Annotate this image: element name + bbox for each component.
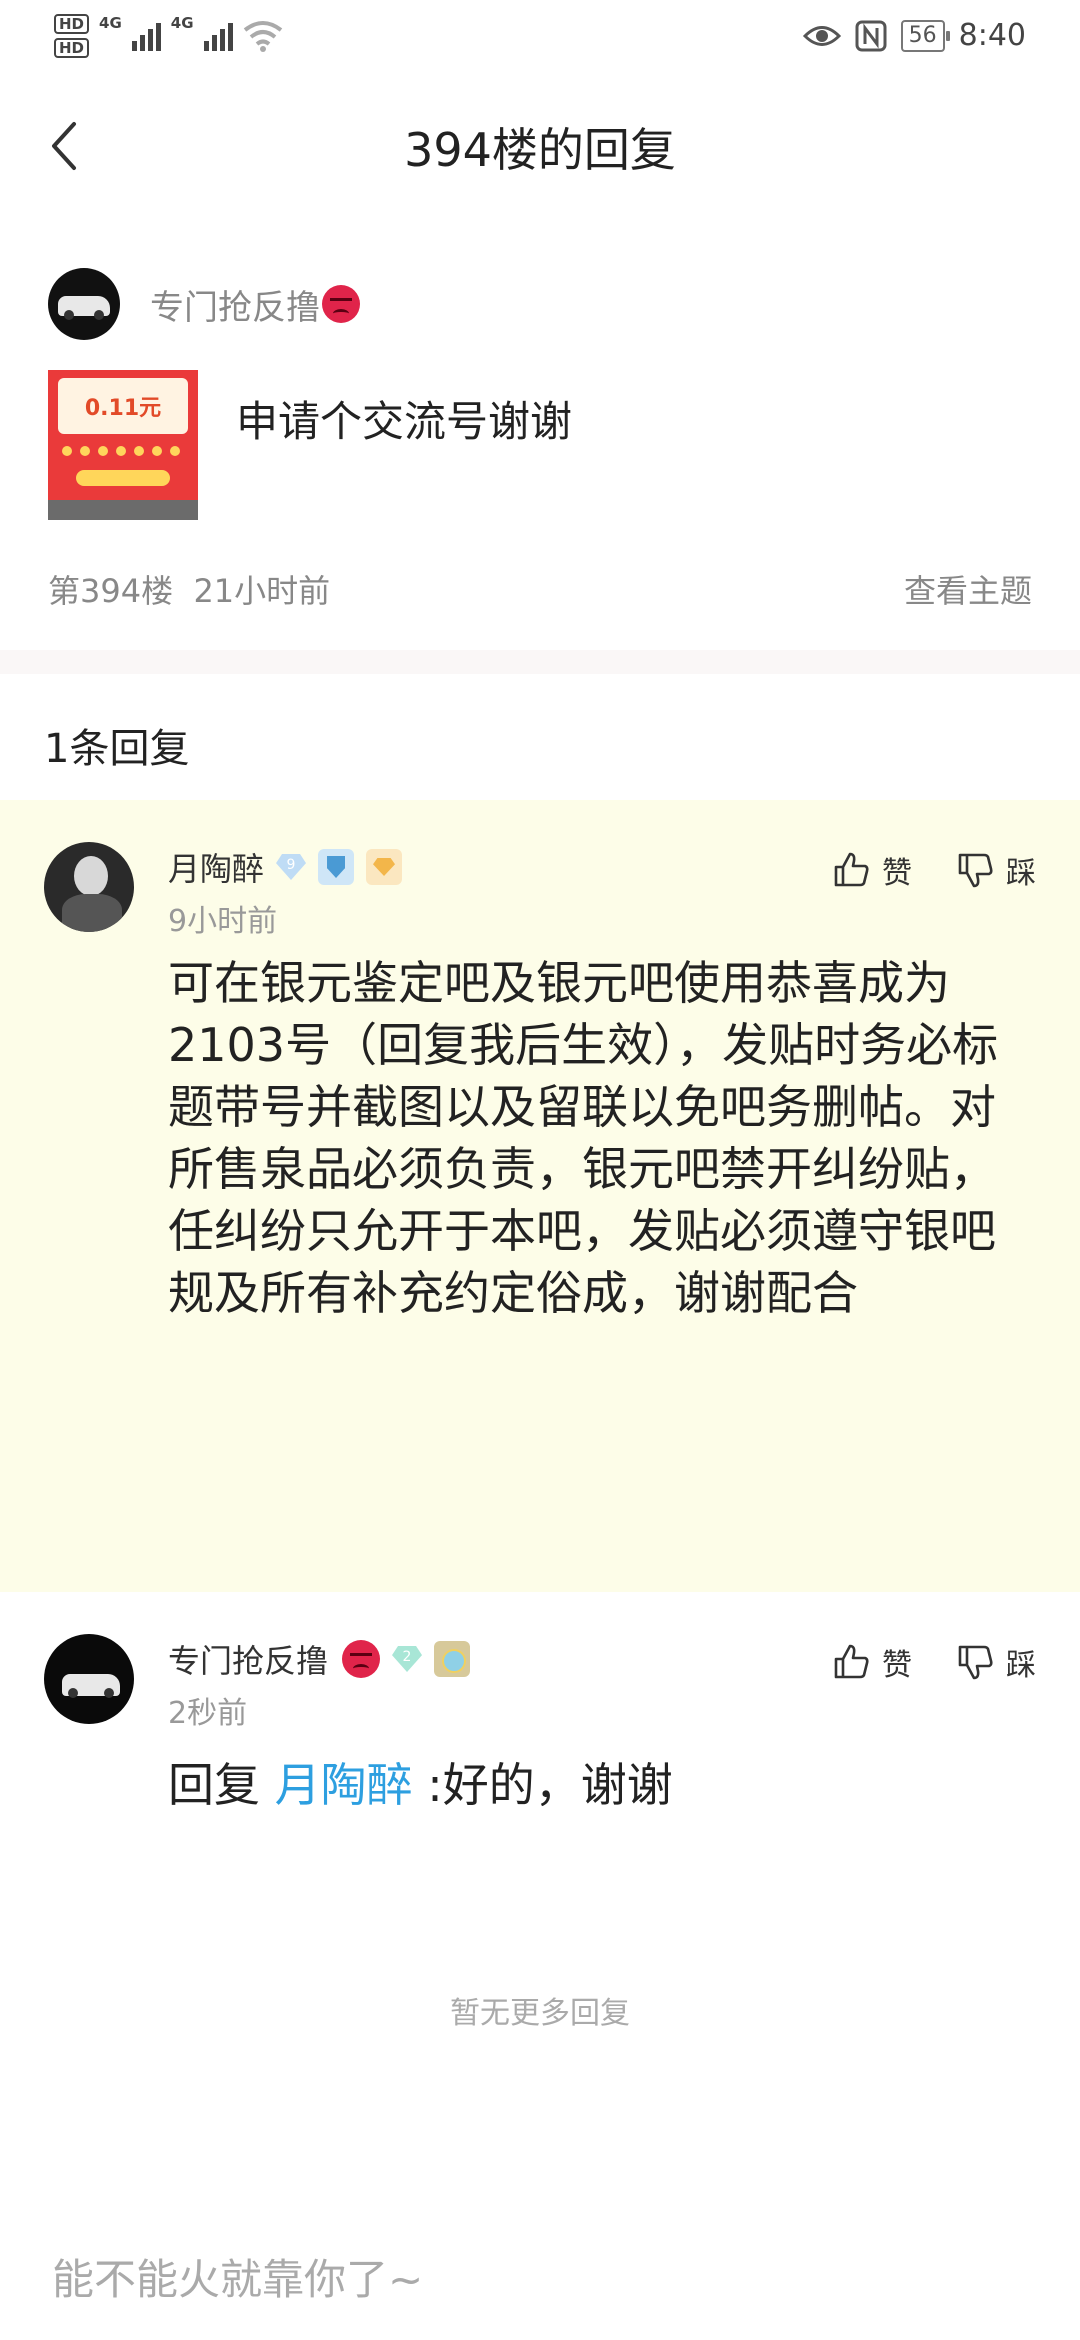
reply-body: 可在银元鉴定吧及银元吧使用恭喜成为2103号（回复我后生效），发贴时务必标题带号… — [168, 956, 999, 1320]
reply-item: 专门抢反撸 2 2秒前 赞 踩 回复 月陶醉 :好的，谢谢 — [0, 1592, 1080, 1892]
dislike-label: 踩 — [1006, 1648, 1036, 1683]
level-gem-icon: 9 — [276, 854, 307, 880]
reply-item: 月陶醉 9 9小时前 赞 踩 可在银元鉴定吧及银元吧使用恭喜成为2103号（回复… — [0, 800, 1080, 1592]
reply-author[interactable]: 专门抢反撸 — [168, 1636, 328, 1682]
reply-count: 1条回复 — [44, 726, 190, 772]
hd-indicators: HD HD — [54, 14, 90, 58]
angry-face-icon — [322, 285, 360, 323]
reply-suffix: :好的，谢谢 — [427, 1758, 673, 1812]
thumbs-up-icon — [834, 852, 869, 887]
thumbs-down-icon — [958, 853, 993, 888]
like-button[interactable]: 赞 — [832, 848, 912, 892]
wifi-icon — [243, 21, 282, 52]
dislike-button[interactable]: 踩 — [956, 1640, 1036, 1684]
reply-time: 9小时前 — [168, 904, 278, 939]
like-label: 赞 — [882, 1648, 912, 1683]
angry-face-icon — [342, 1640, 381, 1678]
nav-bar: 394楼的回复 — [0, 100, 1080, 190]
shield-badge-icon — [318, 849, 355, 885]
like-label: 赞 — [882, 856, 912, 891]
signal-icon — [203, 21, 233, 51]
thumbs-up-icon — [834, 1644, 869, 1679]
thumb-dots — [62, 446, 180, 456]
mention-link[interactable]: 月陶醉 — [275, 1758, 413, 1812]
reply-actions: 赞 踩 — [832, 848, 1036, 892]
reply-author-row: 月陶醉 9 — [168, 844, 403, 890]
clock: 8:40 — [958, 18, 1026, 53]
nfc-icon — [855, 20, 887, 51]
signal-icon — [131, 21, 161, 51]
page-title: 394楼的回复 — [404, 123, 676, 177]
post-time: 21小时前 — [193, 572, 331, 610]
thumb-button — [76, 470, 170, 486]
like-button[interactable]: 赞 — [832, 1640, 912, 1684]
reply-input[interactable]: 能不能火就靠你了~ — [52, 2246, 423, 2307]
post-meta: 第394楼 21小时前 — [48, 566, 330, 612]
reply-prefix: 回复 — [168, 1758, 260, 1812]
status-right: 56 8:40 — [802, 18, 1026, 53]
thumb-footer — [48, 500, 198, 520]
avatar[interactable] — [48, 268, 120, 340]
post-author[interactable]: 专门抢反撸 — [150, 280, 320, 329]
status-bar: HD HD 4G 4G 56 8:40 — [0, 0, 1080, 72]
reply-actions: 赞 踩 — [832, 1640, 1036, 1684]
reply-time: 2秒前 — [168, 1696, 248, 1731]
divider — [0, 650, 1080, 674]
reply-body: 回复 月陶醉 :好的，谢谢 — [168, 1754, 1036, 1816]
avatar[interactable] — [44, 1634, 134, 1724]
level-gem-icon: 2 — [392, 1646, 423, 1672]
thumbs-down-icon — [958, 1645, 993, 1680]
medal-badge-icon — [434, 1641, 471, 1677]
battery-icon: 56 — [900, 19, 950, 52]
no-more-replies: 暂无更多回复 — [450, 1996, 630, 2031]
status-left: HD HD 4G 4G — [54, 14, 283, 58]
reply-author-row: 专门抢反撸 2 — [168, 1636, 471, 1682]
dislike-label: 踩 — [1006, 856, 1036, 891]
view-topic-link[interactable]: 查看主题 — [904, 566, 1032, 612]
thumb-amount: 0.11元 — [58, 378, 188, 434]
reply-input-bar[interactable]: 能不能火就靠你了~ — [0, 2240, 1080, 2340]
reply-author[interactable]: 月陶醉 — [168, 844, 264, 890]
hd-icon: HD — [54, 14, 90, 34]
avatar[interactable] — [44, 842, 134, 932]
network-type: 4G — [170, 14, 194, 32]
diamond-badge-icon — [366, 849, 403, 885]
eye-icon — [802, 25, 841, 46]
dislike-button[interactable]: 踩 — [956, 848, 1036, 892]
floor-number: 第394楼 — [48, 572, 174, 610]
post-image[interactable]: 0.11元 — [48, 370, 198, 520]
hd-icon: HD — [54, 38, 90, 58]
post-text: 申请个交流号谢谢 — [236, 397, 573, 446]
post-header: 专门抢反撸 — [48, 268, 360, 340]
network-type: 4G — [99, 14, 122, 32]
